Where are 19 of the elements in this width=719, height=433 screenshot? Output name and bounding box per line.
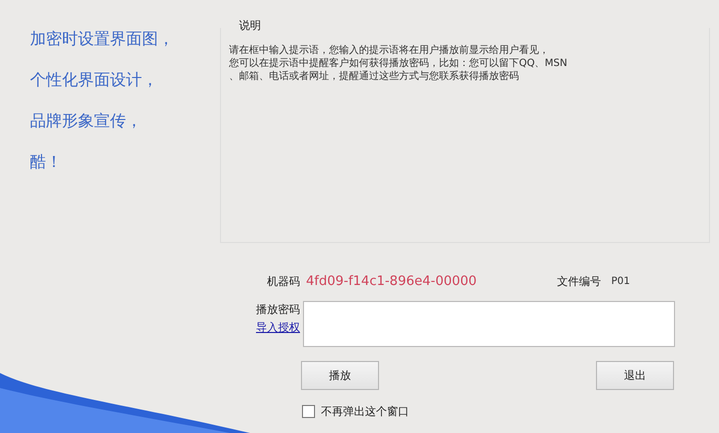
checkbox[interactable] — [302, 405, 315, 418]
password-field[interactable] — [303, 301, 675, 347]
notice-title: 说明 — [237, 18, 263, 33]
password-label: 播放密码 — [256, 302, 300, 317]
import-license-link[interactable]: 导入授权 — [256, 320, 300, 335]
notice-text: 您可以在提示语中提醒客户如何获得播放密码，比如：您可以留下QQ、MSN — [229, 57, 568, 70]
file-number-label: 文件编号 — [557, 274, 602, 288]
slogan-text: 个性化界面设计， — [30, 69, 159, 91]
machine-code-value: 4fd09-f14c1-896e4-00000 — [306, 274, 477, 288]
machine-code-label: 机器码 — [267, 274, 300, 288]
notice-text: 、邮箱、电话或者网址，提醒通过这些方式与您联系获得播放密码 — [229, 70, 520, 83]
exit-button[interactable]: 退出 — [596, 361, 674, 390]
play-button[interactable]: 播放 — [301, 361, 379, 390]
file-number-value: P01 — [611, 276, 630, 286]
slogan-text: 加密时设置界面图， — [30, 28, 175, 50]
slogan-text: 品牌形象宣传， — [30, 110, 143, 132]
slogan-text: 酷！ — [30, 151, 63, 173]
checkbox-label: 不再弹出这个窗口 — [321, 404, 409, 419]
notice-text: 请在框中输入提示语，您输入的提示语将在用户播放前显示给用户看见， — [229, 44, 550, 57]
